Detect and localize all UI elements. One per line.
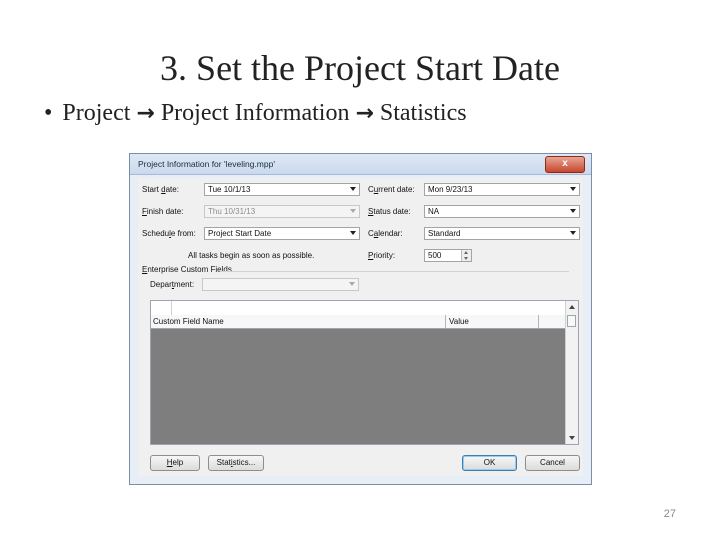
chevron-down-icon[interactable] (350, 231, 356, 235)
column-divider[interactable] (445, 315, 446, 328)
calendar-label: Calendar: (368, 229, 403, 238)
dialog-body: Start date: Tue 10/1/13 Finish date: Thu… (138, 178, 583, 476)
status-date-label: Status date: (368, 207, 411, 216)
project-information-dialog: Project Information for 'leveling.mpp' x… (129, 153, 592, 485)
cancel-button[interactable]: Cancel (525, 455, 580, 471)
ok-button[interactable]: OK (462, 455, 517, 471)
group-divider (220, 271, 569, 272)
status-date-value: NA (428, 207, 440, 216)
priority-label: Priority: (368, 251, 396, 260)
arrow-right-icon: → (136, 101, 155, 126)
chevron-down-icon[interactable] (350, 187, 356, 191)
column-header-custom-field-name[interactable]: Custom Field Name (153, 317, 224, 326)
calendar-dropdown[interactable]: Standard (424, 227, 580, 240)
start-date-value: Tue 10/1/13 (208, 185, 251, 194)
grid-edit-row[interactable] (151, 301, 567, 316)
bullet-menu-path: • Project → Project Information → Statistics (44, 97, 467, 130)
path-item-statistics: Statistics (379, 100, 467, 126)
grid-empty-area (151, 329, 567, 444)
finish-date-label: Finish date: (142, 207, 184, 216)
priority-value: 500 (428, 251, 442, 260)
spin-up-icon[interactable] (464, 251, 468, 254)
chevron-down-icon[interactable] (570, 231, 576, 235)
department-dropdown (202, 278, 359, 291)
schedule-note: All tasks begin as soon as possible. (188, 251, 315, 260)
grid-cell-divider (171, 301, 172, 315)
finish-date-dropdown: Thu 10/31/13 (204, 205, 360, 218)
column-header-value[interactable]: Value (449, 317, 469, 326)
priority-spin-buttons[interactable] (461, 250, 471, 261)
column-divider[interactable] (538, 315, 539, 328)
dialog-title: Project Information for 'leveling.mpp' (138, 159, 275, 169)
schedule-from-value: Project Start Date (208, 229, 272, 238)
vertical-scrollbar[interactable] (565, 301, 578, 444)
chevron-down-icon[interactable] (570, 187, 576, 191)
current-date-dropdown[interactable]: Mon 9/23/13 (424, 183, 580, 196)
path-item-project: Project (62, 100, 131, 126)
dialog-titlebar[interactable]: Project Information for 'leveling.mpp' x (130, 154, 591, 175)
current-date-label: Current date: (368, 185, 415, 194)
schedule-from-label: Schedule from: (142, 229, 196, 238)
schedule-from-dropdown[interactable]: Project Start Date (204, 227, 360, 240)
start-date-dropdown[interactable]: Tue 10/1/13 (204, 183, 360, 196)
current-date-value: Mon 9/23/13 (428, 185, 473, 194)
custom-fields-grid[interactable]: Custom Field Name Value (150, 300, 579, 445)
finish-date-value: Thu 10/31/13 (208, 207, 256, 216)
bullet-marker: • (44, 100, 53, 126)
slide-title: 3. Set the Project Start Date (160, 48, 560, 88)
department-label: Department: (150, 280, 195, 289)
chevron-down-icon[interactable] (570, 209, 576, 213)
close-icon: x (562, 158, 568, 169)
chevron-down-icon (350, 209, 356, 213)
chevron-down-icon (349, 282, 355, 286)
scroll-up-icon[interactable] (569, 305, 575, 309)
statistics-button[interactable]: Statistics... (208, 455, 264, 471)
priority-stepper[interactable]: 500 (424, 249, 472, 262)
help-button[interactable]: Help (150, 455, 200, 471)
page-number: 27 (663, 508, 676, 520)
calendar-value: Standard (428, 229, 461, 238)
start-date-label: Start date: (142, 185, 179, 194)
path-item-project-information: Project Information (160, 100, 350, 126)
grid-header: Custom Field Name Value (151, 315, 567, 329)
scroll-thumb[interactable] (567, 315, 576, 327)
status-date-dropdown[interactable]: NA (424, 205, 580, 218)
enterprise-custom-fields-label: Enterprise Custom Fields (142, 265, 232, 274)
spin-down-icon[interactable] (464, 257, 468, 260)
close-button[interactable]: x (545, 156, 585, 173)
arrow-right-icon: → (355, 101, 374, 126)
scroll-down-icon[interactable] (569, 436, 575, 440)
